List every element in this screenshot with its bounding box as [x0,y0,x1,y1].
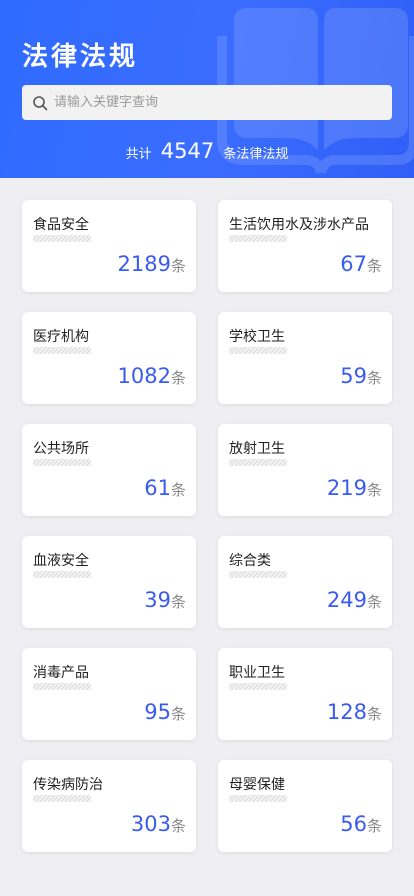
search-bar[interactable] [22,85,392,120]
count-unit: 条 [170,593,186,611]
category-card-infectious-disease[interactable]: 传染病防治 303条 [22,760,196,852]
search-input[interactable] [54,95,392,110]
decorative-stripe [33,459,91,466]
decorative-stripe [229,235,287,242]
decorative-stripe [33,235,91,242]
category-card-medical-institutions[interactable]: 医疗机构 1082条 [22,312,196,404]
category-grid: 食品安全 2189条 生活饮用水及涉水产品 67条 医疗机构 1082条 学校卫… [22,200,392,852]
category-name: 学校卫生 [229,329,285,345]
decorative-stripe [33,571,91,578]
count-number: 56 [340,812,367,836]
total-suffix: 条法律法规 [223,147,289,162]
category-card-blood-safety[interactable]: 血液安全 39条 [22,536,196,628]
count-unit: 条 [366,481,382,499]
decorative-stripe [229,347,287,354]
count-number: 249 [326,588,367,612]
category-count: 249条 [327,588,382,612]
count-number: 303 [130,812,171,836]
page-title: 法律法规 [22,42,139,72]
search-icon [33,95,48,110]
decorative-stripe [229,683,287,690]
count-number: 67 [340,252,367,276]
category-count: 219条 [327,476,382,500]
header-banner: 法律法规 共计 4547 条法律法规 [0,0,414,178]
category-name: 传染病防治 [33,777,103,793]
count-unit: 条 [366,817,382,835]
count-number: 128 [326,700,367,724]
count-unit: 条 [170,369,186,387]
count-number: 39 [144,588,171,612]
count-unit: 条 [170,817,186,835]
category-count: 39条 [144,588,186,612]
category-card-disinfection-products[interactable]: 消毒产品 95条 [22,648,196,740]
category-count: 2189条 [118,252,186,276]
category-name: 生活饮用水及涉水产品 [229,217,369,233]
category-count: 95条 [144,700,186,724]
category-name: 职业卫生 [229,665,285,681]
category-card-food-safety[interactable]: 食品安全 2189条 [22,200,196,292]
category-card-drinking-water[interactable]: 生活饮用水及涉水产品 67条 [218,200,392,292]
count-unit: 条 [170,257,186,275]
category-name: 血液安全 [33,553,89,569]
count-unit: 条 [366,257,382,275]
decorative-stripe [229,571,287,578]
category-name: 母婴保健 [229,777,285,793]
category-card-maternal-child-health[interactable]: 母婴保健 56条 [218,760,392,852]
count-unit: 条 [170,481,186,499]
count-unit: 条 [366,369,382,387]
category-card-comprehensive[interactable]: 综合类 249条 [218,536,392,628]
decorative-stripe [33,683,91,690]
count-number: 61 [144,476,171,500]
category-count: 59条 [340,364,382,388]
category-name: 综合类 [229,553,271,569]
count-unit: 条 [366,705,382,723]
total-count-summary: 共计 4547 条法律法规 [0,139,414,163]
category-count: 56条 [340,812,382,836]
total-count: 4547 [160,139,215,163]
decorative-stripe [33,347,91,354]
category-card-occupational-health[interactable]: 职业卫生 128条 [218,648,392,740]
category-name: 放射卫生 [229,441,285,457]
category-count: 303条 [131,812,186,836]
total-prefix: 共计 [125,147,152,162]
category-name: 消毒产品 [33,665,89,681]
decorative-stripe [229,459,287,466]
decorative-stripe [33,795,91,802]
count-number: 2189 [117,252,171,276]
count-number: 219 [326,476,367,500]
category-card-radiation-hygiene[interactable]: 放射卫生 219条 [218,424,392,516]
category-card-school-hygiene[interactable]: 学校卫生 59条 [218,312,392,404]
count-unit: 条 [366,593,382,611]
category-card-public-places[interactable]: 公共场所 61条 [22,424,196,516]
category-count: 1082条 [118,364,186,388]
category-count: 128条 [327,700,382,724]
category-name: 公共场所 [33,441,89,457]
decorative-stripe [229,795,287,802]
category-name: 医疗机构 [33,329,89,345]
category-name: 食品安全 [33,217,89,233]
count-number: 59 [340,364,367,388]
count-unit: 条 [170,705,186,723]
category-count: 61条 [144,476,186,500]
category-count: 67条 [340,252,382,276]
count-number: 1082 [117,364,171,388]
count-number: 95 [144,700,171,724]
